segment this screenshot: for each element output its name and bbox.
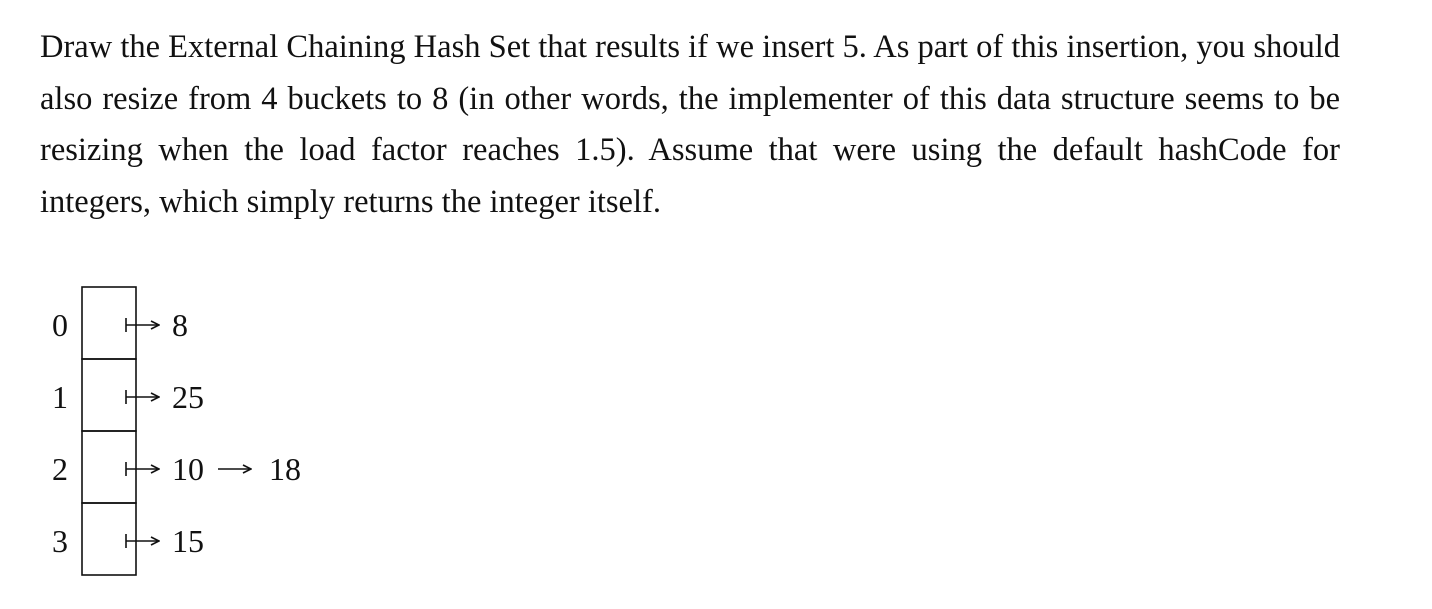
chain-node-value: 15 [172,523,204,559]
chain-node-value: 10 [172,451,204,487]
bucket-cell [81,430,137,504]
bucket-index-label: 1 [52,379,68,415]
bucket-index-label: 0 [52,307,68,343]
chain-node-value: 8 [172,307,188,343]
bucket-cell [81,286,137,360]
bucket-index-label: 3 [52,523,68,559]
bucket-cell [81,358,137,432]
chain-node-value: 25 [172,379,204,415]
hash-set-diagram: 0 8 1 25 2 10 18 3 15 [52,286,301,576]
bucket-cell [81,502,137,576]
chain-node-value: 18 [269,451,301,487]
bucket-array: 0 8 1 25 2 10 18 3 15 [52,286,301,576]
bucket-index-label: 2 [52,451,68,487]
